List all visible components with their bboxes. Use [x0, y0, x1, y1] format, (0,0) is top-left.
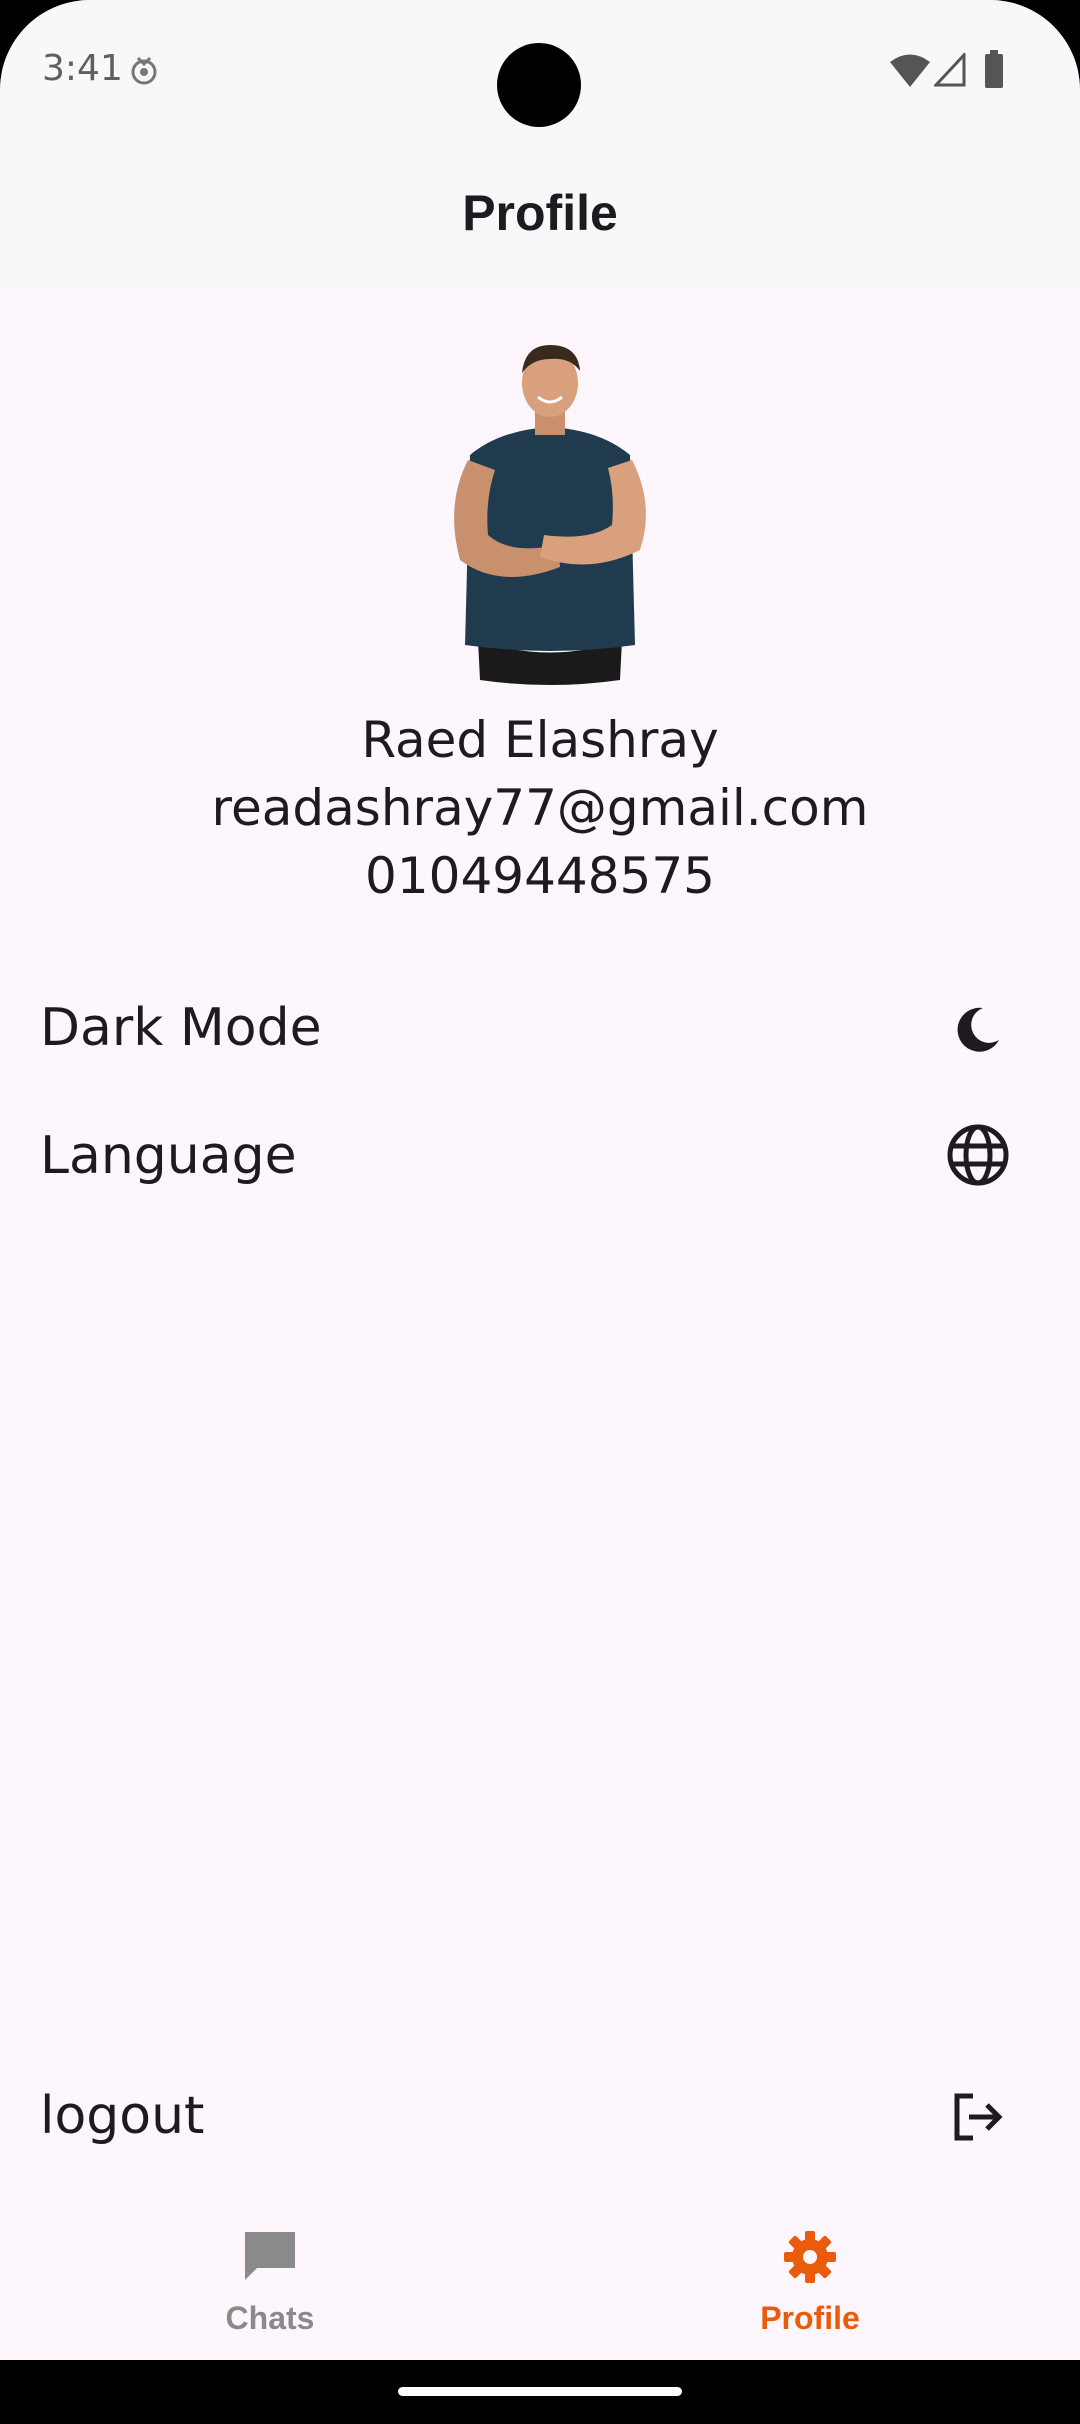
- camera-cutout: [497, 43, 581, 127]
- nav-label-profile: Profile: [760, 2300, 860, 2336]
- app-bar: Profile: [0, 140, 1080, 288]
- logout-icon[interactable]: [943, 2082, 1013, 2152]
- profile-phone: 01049448575: [365, 847, 715, 905]
- language-setting[interactable]: Language: [0, 1100, 1080, 1210]
- moon-icon[interactable]: [943, 994, 1013, 1064]
- profile-name: Raed Elashray: [361, 711, 719, 769]
- nav-item-profile[interactable]: Profile: [540, 2208, 1080, 2360]
- bottom-nav: Chats Profile: [0, 2208, 1080, 2360]
- app-screen: 3:41 Profile Raed Elashray readashray77@…: [0, 0, 1080, 2360]
- profile-email: readashray77@gmail.com: [211, 779, 869, 837]
- wifi-icon: [890, 54, 930, 87]
- globe-icon[interactable]: [943, 1120, 1013, 1190]
- profile-info: Raed Elashray readashray77@gmail.com 010…: [0, 706, 1080, 910]
- notification-icon: [131, 56, 157, 85]
- logout-setting[interactable]: logout: [0, 2060, 1080, 2170]
- status-bar: 3:41: [0, 0, 1080, 140]
- signal-icon: [934, 53, 966, 87]
- avatar: [454, 345, 646, 685]
- chat-icon: [245, 2232, 295, 2280]
- gear-icon: [784, 2231, 836, 2283]
- language-label: Language: [40, 1126, 297, 1186]
- dark-mode-label: Dark Mode: [40, 998, 322, 1058]
- home-indicator[interactable]: [398, 2387, 682, 2396]
- dark-mode-setting[interactable]: Dark Mode: [0, 972, 1080, 1082]
- battery-icon: [985, 50, 1003, 88]
- nav-label-chats: Chats: [225, 2300, 315, 2336]
- page-title: Profile: [462, 185, 618, 241]
- nav-item-chats[interactable]: Chats: [0, 2208, 540, 2360]
- logout-label: logout: [40, 2086, 205, 2146]
- status-time: 3:41: [42, 48, 123, 89]
